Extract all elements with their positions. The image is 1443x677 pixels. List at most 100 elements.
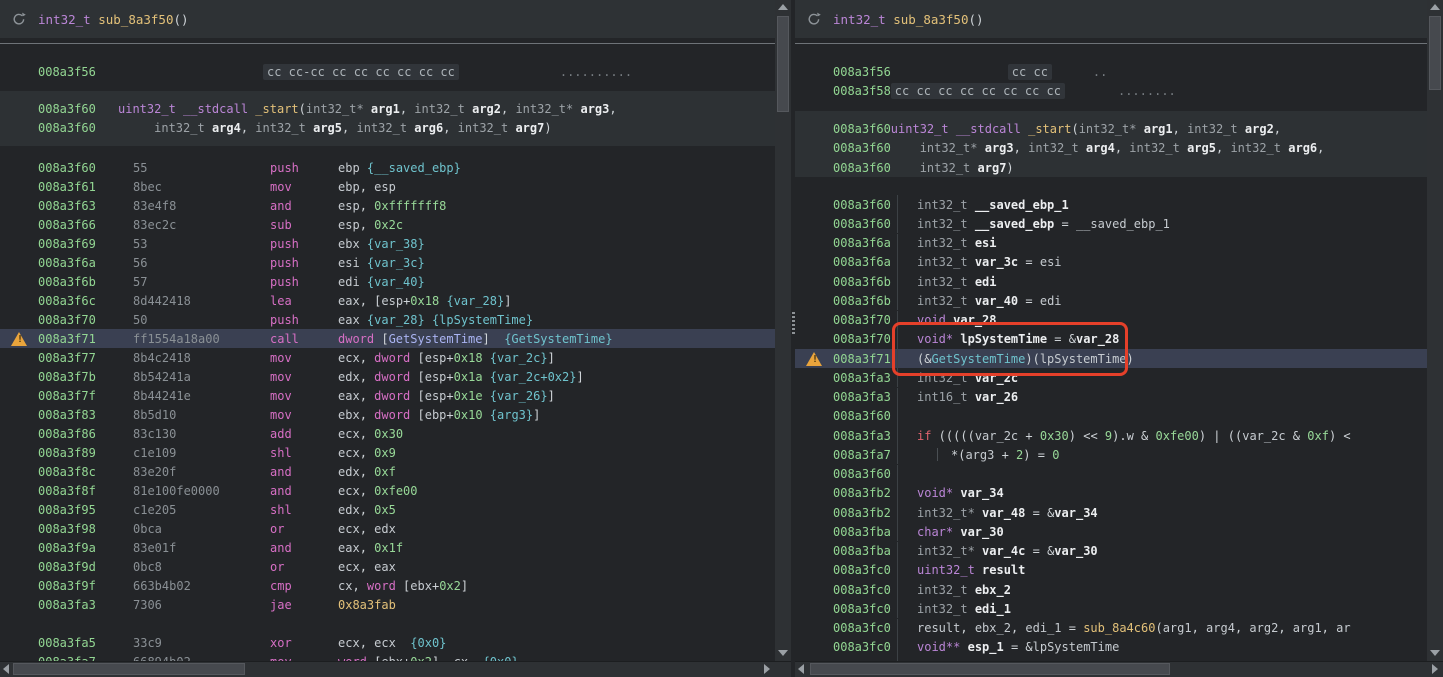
signature-row[interactable]: 008a3f60uint32_t __stdcall _start(int32_… [0, 99, 775, 118]
hex-dump-row[interactable]: 008a3f58 cc cc cc cc cc cc cc cc .......… [795, 81, 1427, 100]
hlil-row[interactable]: 008a3f60 [795, 465, 1427, 484]
operands: esi {var_3c} [338, 256, 775, 270]
disasm-row[interactable]: 008a3f778b4c2418movecx, dword [esp+0x18 … [0, 348, 775, 367]
disasm-row[interactable]: 008a3f618becmovebp, esp [0, 177, 775, 196]
token: , [360, 541, 374, 555]
token: ecx [338, 446, 360, 460]
left-hscroll-thumb[interactable] [13, 663, 245, 675]
disasm-row[interactable]: 008a3f6683ec2csubesp, 0x2c [0, 215, 775, 234]
hlil-row[interactable]: 008a3fbachar* var_30 [795, 522, 1427, 541]
signature-row[interactable]: 008a3f60 int32_t arg7) [795, 158, 1427, 177]
disasm-row[interactable]: 008a3f6a56pushesi {var_3c} [0, 253, 775, 272]
operands: ecx, 0x30 [338, 427, 775, 441]
token: dword [374, 370, 410, 384]
hlil-row[interactable]: 008a3fc0int32_t edi_1 [795, 599, 1427, 618]
hlil-row[interactable]: 008a3f6bint32_t var_40 = edi [795, 291, 1427, 310]
hlil-row[interactable]: 008a3fc0result, ebx_2, edi_1 = sub_8a4c6… [795, 619, 1427, 638]
disasm-row[interactable]: 008a3f6953pushebx {var_38} [0, 234, 775, 253]
disasm-row[interactable]: 008a3f8f81e100fe0000andecx, 0xfe00 [0, 481, 775, 500]
disasm-row[interactable]: 008a3f6055pushebp {__saved_ebp} [0, 158, 775, 177]
hlil-row[interactable]: 008a3fc0void** esp_1 = &lpSystemTime [795, 638, 1427, 657]
token: [ [410, 389, 424, 403]
right-hscroll-thumb[interactable] [810, 663, 1170, 675]
left-vscroll-thumb[interactable] [777, 16, 789, 112]
disasm-row[interactable]: 008a3f6383e4f8andesp, 0xfffffff8 [0, 196, 775, 215]
hlil-row[interactable]: 008a3f60int32_t __saved_ebp = __saved_eb… [795, 214, 1427, 233]
signature-row[interactable]: 008a3f60 int32_t arg4, int32_t arg5, int… [0, 118, 775, 137]
disasm-row[interactable]: 008a3f8c83e20fandedx, 0xf [0, 462, 775, 481]
token [360, 161, 367, 175]
disasm-row[interactable]: 008a3f8683c130addecx, 0x30 [0, 424, 775, 443]
hlil-row[interactable]: 008a3f60int32_t __saved_ebp_1 [795, 195, 1427, 214]
disasm-row[interactable]: 008a3f980bcaorecx, edx [0, 519, 775, 538]
address: 008a3f6b [833, 294, 897, 308]
hlil-row[interactable]: 008a3fa7*(arg3 + 2) = 0 [795, 445, 1427, 464]
operands: ecx, 0x9 [338, 446, 775, 460]
scroll-down-arrow[interactable] [778, 650, 788, 656]
hlil-row[interactable]: 008a3fc0int32_t ebx_2 [795, 580, 1427, 599]
function-header-right[interactable]: int32_t sub_8a3f50() [795, 0, 1427, 38]
mnemonic: sub [270, 218, 338, 232]
disasm-row[interactable]: 008a3f7050pusheax {var_28} {lpSystemTime… [0, 310, 775, 329]
token: var_3c [975, 255, 1018, 269]
right-vscroll-thumb[interactable] [1429, 16, 1441, 90]
disasm-row[interactable]: 008a3fa766894b02movword [ebx+0x2], cx {0… [0, 652, 775, 661]
scroll-right-arrow[interactable] [1432, 664, 1438, 674]
disasm-row[interactable]: 008a3f6b57pushedi {var_40} [0, 272, 775, 291]
scroll-up-arrow[interactable] [1430, 4, 1440, 10]
hlil-row[interactable]: 008a3fb2void* var_34 [795, 484, 1427, 503]
disasm-row[interactable]: 008a3fa533c9xorecx, ecx {0x0} [0, 633, 775, 652]
token: & [1286, 429, 1308, 443]
token: 0x8a3fab [338, 598, 396, 612]
right-vscrollbar[interactable] [1427, 0, 1443, 661]
hlil-row[interactable]: 008a3fa3if (((((var_2c + 0x30) << 9).w &… [795, 426, 1427, 445]
disasm-row[interactable]: 008a3f95c1e205shledx, 0x5 [0, 500, 775, 519]
token: ebx_2 [975, 621, 1011, 635]
scroll-down-arrow[interactable] [1430, 650, 1440, 656]
disasm-row[interactable]: 008a3f71ff1554a18a00calldword [GetSystem… [0, 329, 775, 348]
mnemonic: or [270, 560, 338, 574]
token: , [501, 102, 515, 116]
address: 008a3fa5 [38, 636, 133, 650]
address: 008a3f71 [38, 332, 133, 346]
disasm-row[interactable]: 008a3f7f8b44241emoveax, dword [esp+0x1e … [0, 386, 775, 405]
hlil-row[interactable]: 008a3f6aint32_t var_3c = esi [795, 253, 1427, 272]
disasm-row[interactable]: 008a3f9d0bc8orecx, eax [0, 557, 775, 576]
signature-row[interactable]: 008a3f60uint32_t __stdcall _start(int32_… [795, 119, 1427, 138]
token [968, 583, 975, 597]
hlil-row[interactable]: 008a3f60 [795, 407, 1427, 426]
warning-slot [795, 619, 833, 638]
token: dword [338, 332, 374, 346]
scroll-left-arrow[interactable] [3, 664, 9, 674]
token [118, 121, 154, 135]
hlil-row[interactable]: 008a3fa3int16_t var_26 [795, 388, 1427, 407]
token: var_26 [975, 390, 1018, 404]
hlil-row[interactable]: 008a3f6bint32_t edi [795, 272, 1427, 291]
token [891, 161, 920, 175]
signature-row[interactable]: 008a3f60 int32_t* arg3, int32_t arg4, in… [795, 138, 1427, 157]
hex-dump-row[interactable]: 008a3f56 cc cc .. [795, 62, 1427, 81]
hlil-row[interactable]: 008a3f6aint32_t esi [795, 234, 1427, 253]
scroll-right-arrow[interactable] [764, 664, 770, 674]
token: arg5 [1187, 141, 1216, 155]
token [1136, 122, 1143, 136]
hlil-row[interactable]: 008a3fb2int32_t* var_48 = &var_34 [795, 503, 1427, 522]
hlil-row[interactable]: 008a3fc0uint32_t result [795, 561, 1427, 580]
hlil-row[interactable]: 008a3fbaint32_t* var_4c = &var_30 [795, 542, 1427, 561]
disasm-row[interactable]: 008a3f838b5d10movebx, dword [ebp+0x10 {a… [0, 405, 775, 424]
hex-dump-row[interactable]: 008a3f56 cc cc-cc cc cc cc cc cc cc ....… [0, 62, 775, 81]
scroll-left-arrow[interactable] [798, 664, 804, 674]
token: , [360, 218, 374, 232]
disasm-row[interactable]: 008a3fa37306jae0x8a3fab [0, 595, 775, 614]
disassembly-pane[interactable]: int32_t sub_8a3f50() 008a3f56 cc cc-cc c… [0, 0, 775, 661]
warning-slot [795, 426, 833, 445]
disasm-row[interactable]: 008a3f9f663b4b02cmpcx, word [ebx+0x2] [0, 576, 775, 595]
address: 008a3f6a [833, 236, 897, 250]
disasm-row[interactable]: 008a3f6c8d442418leaeax, [esp+0x18 {var_2… [0, 291, 775, 310]
token: , [1278, 621, 1292, 635]
scroll-up-arrow[interactable] [778, 4, 788, 10]
disasm-row[interactable]: 008a3f9a83e01fandeax, 0x1f [0, 538, 775, 557]
disasm-row[interactable]: 008a3f7b8b54241amovedx, dword [esp+0x1a … [0, 367, 775, 386]
function-header-left[interactable]: int32_t sub_8a3f50() [0, 0, 775, 38]
disasm-row[interactable]: 008a3f89c1e109shlecx, 0x9 [0, 443, 775, 462]
